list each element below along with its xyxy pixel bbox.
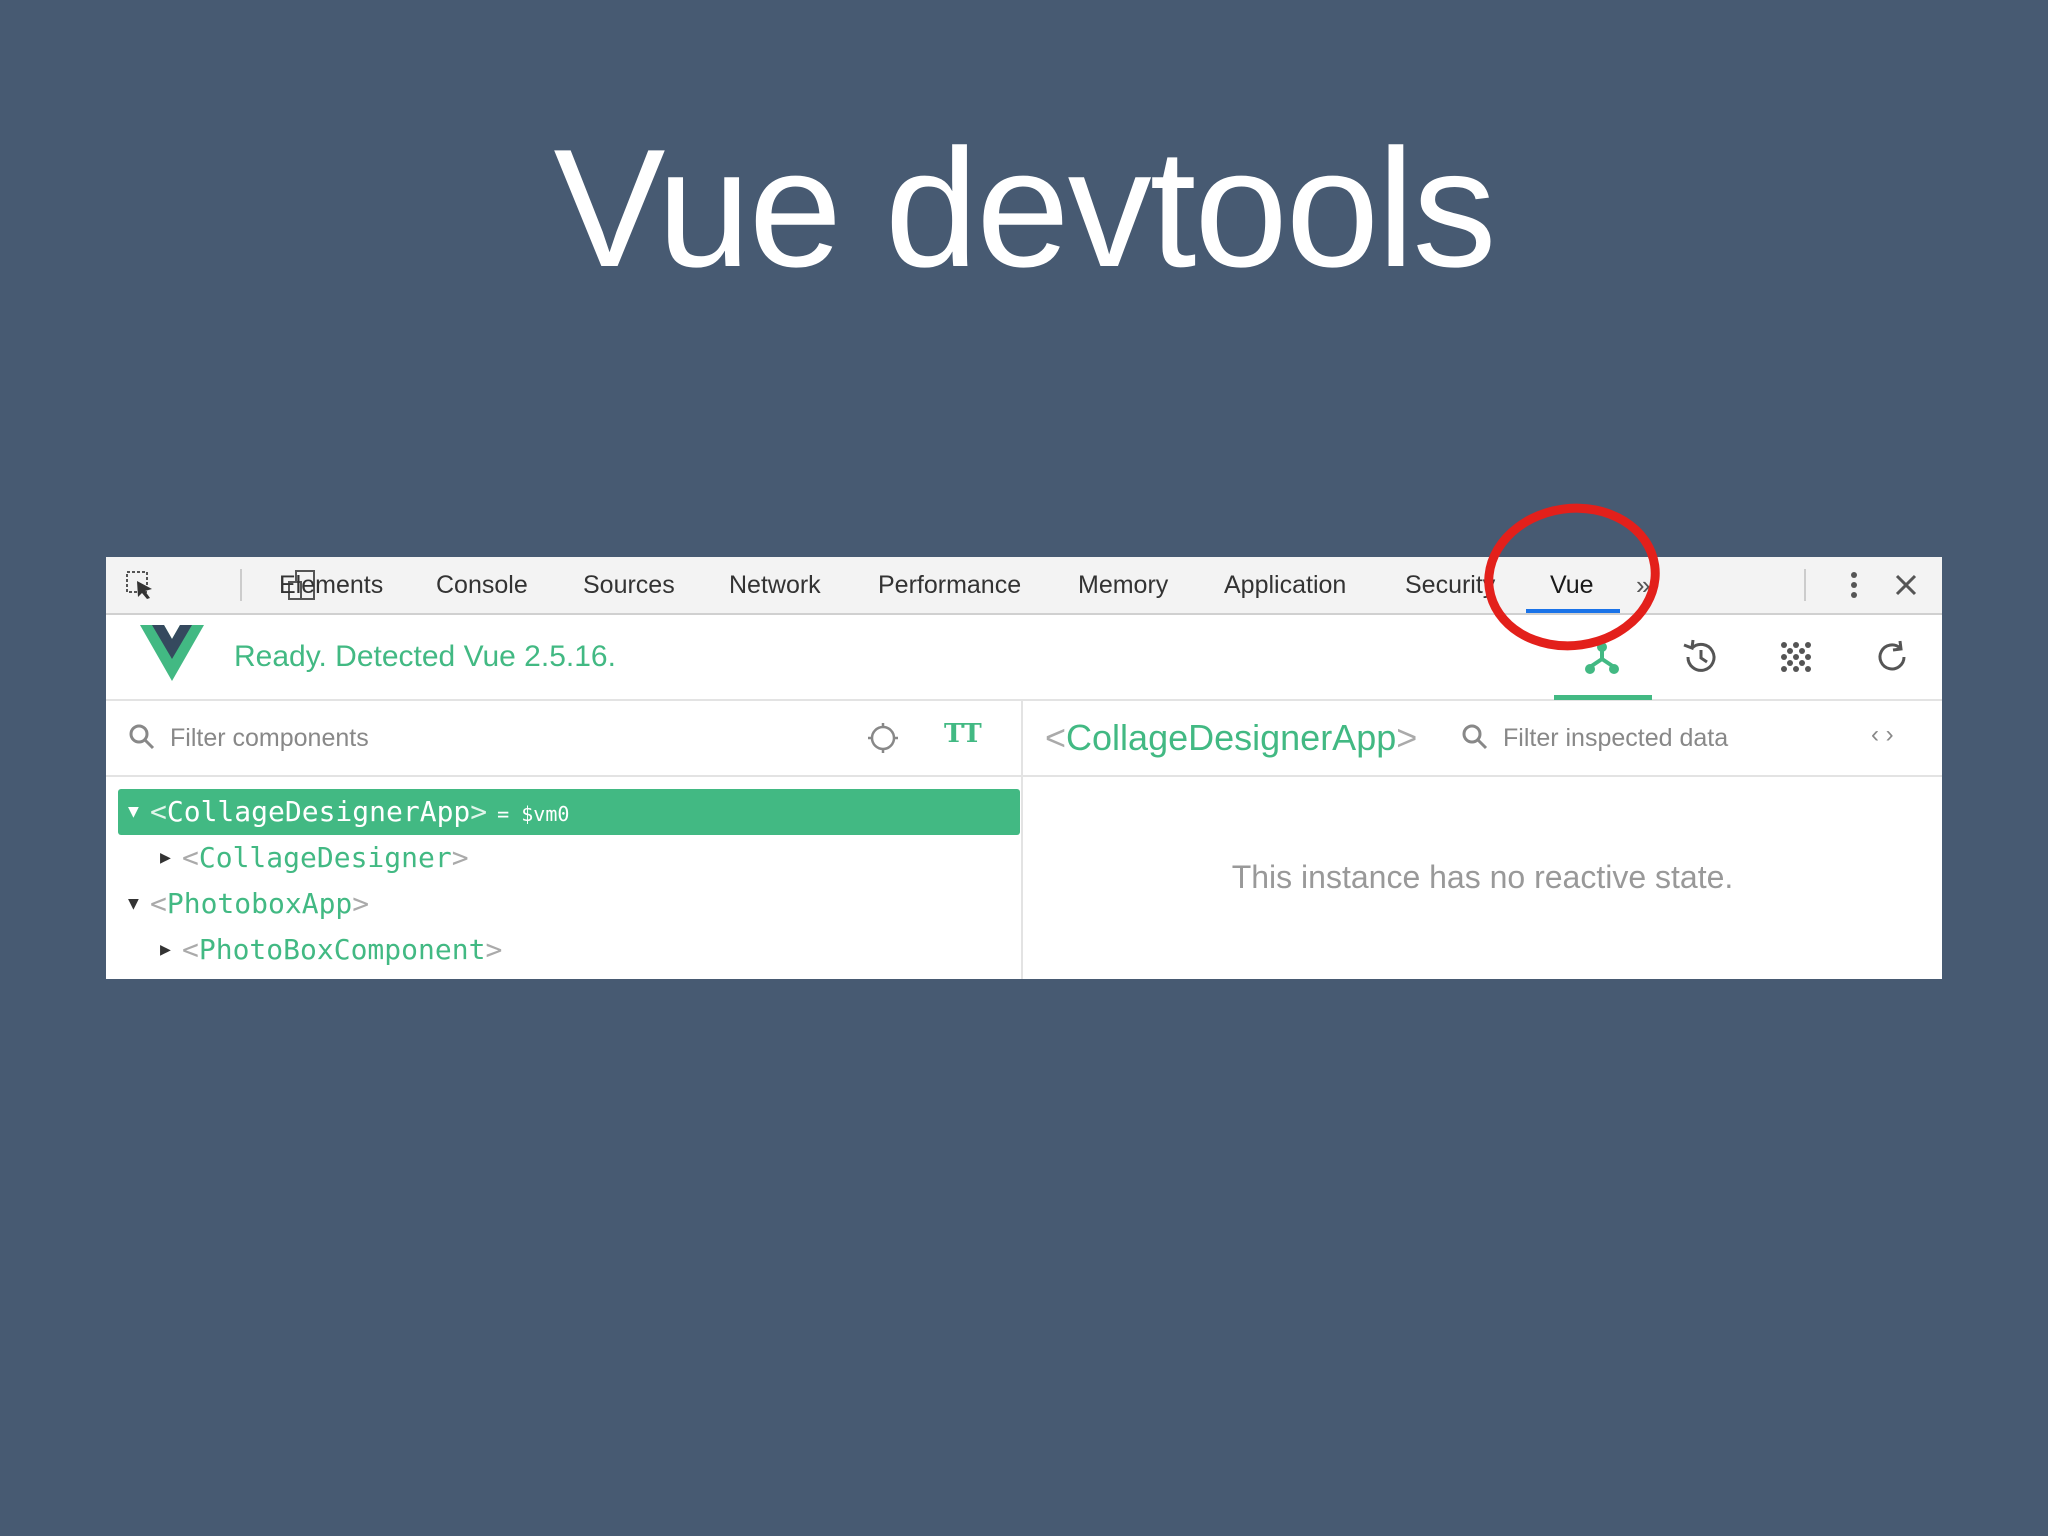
expand-arrow-icon[interactable]: ▶ [160,927,182,973]
tabbar-separator [1804,569,1806,601]
text-size-icon[interactable]: TT [944,719,982,749]
expand-arrow-icon[interactable]: ▶ [160,835,182,881]
inspected-component-title: <CollageDesignerApp> [1045,717,1418,758]
tab-network[interactable]: Network [729,557,821,613]
vm-reference: = $vm0 [497,802,570,826]
vuex-icon[interactable] [1772,633,1820,681]
select-component-icon[interactable] [866,721,900,760]
tab-elements[interactable]: Elements [279,557,383,613]
vue-logo-icon [140,625,204,681]
components-filter-bar: TT [106,701,1021,777]
tree-row[interactable]: ▼ <PhotoboxApp> [128,881,369,927]
devtools-tabbar: Elements Console Sources Network Perform… [106,557,1942,615]
tree-row[interactable]: ▼ <CollageDesignerApp> = $vm0 [118,789,1020,835]
tab-memory[interactable]: Memory [1078,557,1168,613]
collapse-arrow-icon[interactable]: ▼ [128,881,150,927]
vue-panel-header: Ready. Detected Vue 2.5.16. [106,615,1942,701]
tree-row[interactable]: ▶ <CollageDesigner> [160,835,469,881]
close-icon[interactable] [1888,567,1924,603]
refresh-icon[interactable] [1868,633,1916,681]
inspector-pane: <CollageDesignerApp> ‹ › This instance h… [1023,701,1942,979]
active-view-indicator [1554,695,1652,700]
tabbar-separator [240,569,242,601]
tab-performance[interactable]: Performance [878,557,1021,613]
tab-application[interactable]: Application [1224,557,1346,613]
empty-state-message: This instance has no reactive state. [1231,859,1734,895]
tree-row[interactable]: ▶ <PhotoBoxComponent> [160,927,502,973]
inspector-toolbar: <CollageDesignerApp> ‹ › [1023,701,1942,777]
code-toggle-icon[interactable]: ‹ › [1871,721,1894,749]
tab-sources[interactable]: Sources [583,557,675,613]
devtools-window: Elements Console Sources Network Perform… [106,557,1942,979]
search-icon [128,723,156,756]
tab-security[interactable]: Security [1405,557,1495,613]
filter-components-input[interactable] [168,715,732,761]
kebab-menu-icon[interactable] [1836,567,1872,603]
tab-console[interactable]: Console [436,557,528,613]
components-pane: TT ▼<CollageDesignerApp>= $vm0 ▶<Collage… [106,701,1023,979]
filter-inspected-data-input[interactable] [1501,715,1865,761]
search-icon [1461,723,1489,756]
history-icon[interactable] [1676,633,1724,681]
slide-title: Vue devtools [553,114,1496,302]
collapse-arrow-icon[interactable]: ▼ [128,789,150,835]
inspect-element-icon[interactable] [122,567,158,603]
vue-status-text: Ready. Detected Vue 2.5.16. [234,640,616,673]
